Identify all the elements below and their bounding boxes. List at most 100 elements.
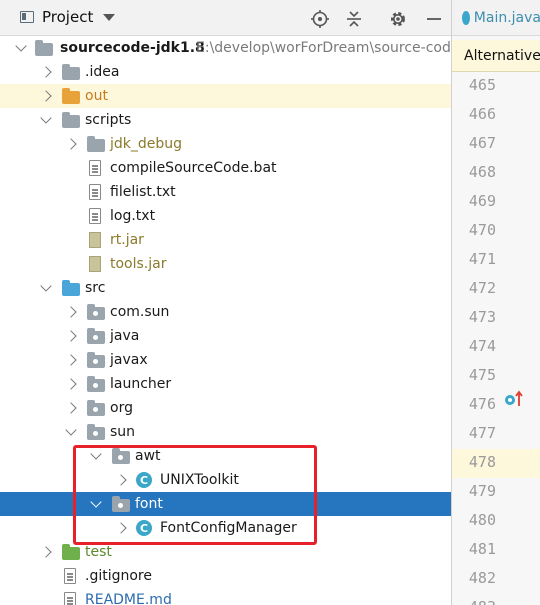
line-number[interactable]: 472 — [456, 279, 496, 297]
chevron-right-icon[interactable] — [40, 90, 52, 102]
alternative-banner[interactable]: Alternative — [452, 40, 540, 72]
tree-item-label: com.sun — [110, 304, 170, 320]
file-icon — [64, 568, 76, 584]
tree-row-readme-md[interactable]: README.md — [0, 588, 451, 605]
override-marker-icon[interactable] — [504, 390, 524, 408]
tree-row-org[interactable]: org — [0, 396, 451, 420]
tree-row-src[interactable]: src — [0, 276, 451, 300]
editor-tab-label: Main.java — [473, 9, 540, 26]
chevron-right-icon[interactable] — [65, 354, 77, 366]
chevron-down-icon[interactable] — [90, 496, 102, 508]
project-view-selector[interactable]: Project — [20, 8, 116, 26]
line-number[interactable]: 470 — [456, 221, 496, 239]
chevron-right-icon[interactable] — [115, 522, 127, 534]
chevron-right-icon[interactable] — [65, 378, 77, 390]
chevron-down-icon[interactable] — [40, 280, 52, 292]
tree-item-label: jdk_debug — [110, 136, 183, 152]
line-number[interactable]: 482 — [456, 569, 496, 587]
tree-item-label: launcher — [110, 376, 172, 392]
tree-row-filelist-txt[interactable]: filelist.txt — [0, 180, 451, 204]
chevron-right-icon[interactable] — [65, 306, 77, 318]
tree-item-label: out — [85, 88, 108, 104]
tree-row-launcher[interactable]: launcher — [0, 372, 451, 396]
project-panel: Project sourcecode-jdk1.8 E:\develop\wor… — [0, 0, 451, 605]
editor-tab[interactable]: Main.java — [452, 0, 540, 36]
tree-row-log-txt[interactable]: log.txt — [0, 204, 451, 228]
tree-row-fontconfigmanager[interactable]: C FontConfigManager — [0, 516, 451, 540]
tree-row-tools-jar[interactable]: tools.jar — [0, 252, 451, 276]
tree-row-scripts[interactable]: scripts — [0, 108, 451, 132]
file-icon — [89, 208, 101, 224]
file-icon — [89, 160, 101, 176]
chevron-down-icon[interactable] — [40, 112, 52, 124]
package-icon — [87, 424, 105, 440]
hide-panel-icon[interactable] — [424, 9, 444, 29]
tree-row-test[interactable]: test — [0, 540, 451, 564]
line-number[interactable]: 465 — [456, 76, 496, 94]
tree-row-unixtoolkit[interactable]: C UNIXToolkit — [0, 468, 451, 492]
tree-row-jdk-debug[interactable]: jdk_debug — [0, 132, 451, 156]
line-number[interactable]: 468 — [456, 163, 496, 181]
folder-icon — [35, 40, 53, 56]
line-number[interactable]: 471 — [456, 250, 496, 268]
line-number[interactable]: 478 — [456, 453, 496, 471]
tree-row-font[interactable]: font — [0, 492, 451, 516]
gear-icon[interactable] — [388, 9, 408, 29]
line-number[interactable]: 480 — [456, 511, 496, 529]
collapse-all-icon[interactable] — [344, 9, 364, 29]
project-toolbar: Project — [0, 0, 451, 36]
line-number[interactable]: 467 — [456, 134, 496, 152]
line-number[interactable]: 483 — [456, 598, 496, 605]
folder-icon — [62, 64, 80, 80]
tree-row-idea[interactable]: .idea — [0, 60, 451, 84]
chevron-down-icon[interactable] — [90, 448, 102, 460]
chevron-right-icon[interactable] — [115, 474, 127, 486]
tree-row-com-sun[interactable]: com.sun — [0, 300, 451, 324]
line-number[interactable]: 469 — [456, 192, 496, 210]
chevron-down-icon[interactable] — [65, 424, 77, 436]
package-icon — [112, 496, 130, 512]
tree-row-sourcecode-jdk1-8[interactable]: sourcecode-jdk1.8 E:\develop\worForDream\… — [0, 36, 451, 60]
chevron-right-icon[interactable] — [40, 66, 52, 78]
tree-item-label: log.txt — [110, 208, 156, 224]
tree-item-label: scripts — [85, 112, 132, 128]
tree-row-gitignore[interactable]: .gitignore — [0, 564, 451, 588]
tree-item-label: sourcecode-jdk1.8 — [60, 40, 205, 56]
tree-row-compilesourcecode-bat[interactable]: compileSourceCode.bat — [0, 156, 451, 180]
tree-item-label: java — [110, 328, 140, 344]
folder-icon — [62, 112, 80, 128]
chevron-down-icon[interactable] — [15, 40, 27, 52]
tree-item-label: UNIXToolkit — [160, 472, 239, 488]
folder-icon — [62, 88, 80, 104]
line-number[interactable]: 481 — [456, 540, 496, 558]
chevron-right-icon[interactable] — [65, 402, 77, 414]
chevron-right-icon[interactable] — [65, 330, 77, 342]
tree-item-label: sun — [110, 424, 136, 440]
folder-icon — [62, 544, 80, 560]
tree-row-out[interactable]: out — [0, 84, 451, 108]
jar-file-icon — [89, 256, 101, 272]
tree-row-javax[interactable]: javax — [0, 348, 451, 372]
tree-item-label: rt.jar — [110, 232, 144, 248]
tree-row-sun[interactable]: sun — [0, 420, 451, 444]
chevron-right-icon[interactable] — [65, 138, 77, 150]
line-number[interactable]: 474 — [456, 337, 496, 355]
tree-item-label: tools.jar — [110, 256, 167, 272]
alternative-banner-text: Alternative — [464, 47, 540, 64]
line-number[interactable]: 476 — [456, 395, 496, 413]
tree-row-java[interactable]: java — [0, 324, 451, 348]
tree-item-label: src — [85, 280, 106, 296]
line-number[interactable]: 475 — [456, 366, 496, 384]
package-icon — [87, 376, 105, 392]
line-number[interactable]: 479 — [456, 482, 496, 500]
tree-row-awt[interactable]: awt — [0, 444, 451, 468]
markdown-file-icon — [64, 592, 76, 605]
line-number[interactable]: 473 — [456, 308, 496, 326]
chevron-right-icon[interactable] — [40, 546, 52, 558]
line-number[interactable]: 477 — [456, 424, 496, 442]
tree-row-rt-jar[interactable]: rt.jar — [0, 228, 451, 252]
java-class-icon: C — [136, 520, 152, 536]
locate-icon[interactable] — [310, 9, 330, 29]
line-number[interactable]: 466 — [456, 105, 496, 123]
package-icon — [87, 400, 105, 416]
